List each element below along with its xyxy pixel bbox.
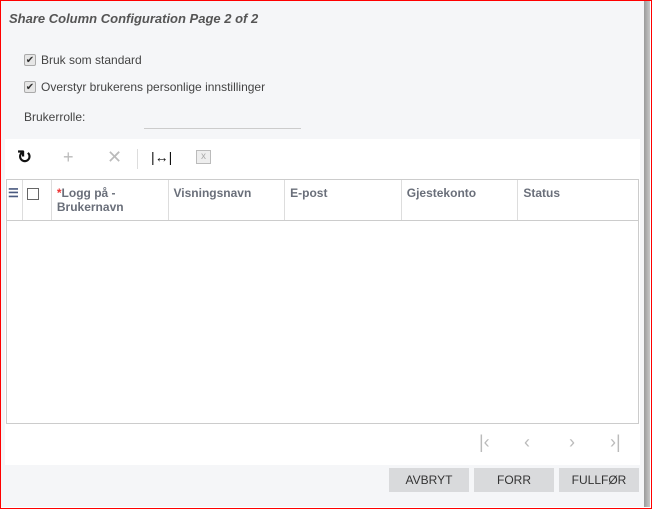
next-page-icon[interactable]: › [569, 432, 575, 453]
checkbox-label: Bruk som standard [41, 53, 142, 67]
column-header-guest-account[interactable]: Gjestekonto [402, 180, 519, 220]
checkbox-checked-icon: ✔ [24, 54, 36, 66]
column-header-login[interactable]: *Logg på - Brukernavn [52, 180, 169, 220]
grid-panel: ↻ + ✕ |↔| x ☰ *Logg på - Brukernavn Visn… [5, 139, 640, 465]
checkbox-label: Overstyr brukerens personlige innstillin… [41, 80, 266, 94]
share-column-dialog: Share Column Configuration Page 2 of 2 ✔… [1, 1, 644, 507]
add-icon[interactable]: + [63, 147, 74, 167]
column-header-display-name[interactable]: Visningsnavn [169, 180, 286, 220]
override-user-settings-checkbox[interactable]: ✔ Overstyr brukerens personlige innstilli… [24, 80, 265, 94]
users-grid: ☰ *Logg på - Brukernavn Visningsnavn E-p… [6, 179, 639, 424]
previous-page-icon[interactable]: ‹ [524, 432, 530, 453]
column-header-email[interactable]: E-post [285, 180, 402, 220]
select-all-checkbox[interactable] [23, 180, 52, 220]
column-header-status[interactable]: Status [518, 180, 638, 220]
refresh-icon[interactable]: ↻ [17, 147, 32, 167]
previous-button[interactable]: FORR [474, 468, 554, 492]
use-as-default-checkbox[interactable]: ✔ Bruk som standard [24, 53, 142, 67]
last-page-icon[interactable]: ›| [610, 432, 621, 453]
finish-button[interactable]: FULLFØR [559, 468, 639, 492]
column-label: Logg på - Brukernavn [56, 186, 124, 214]
delete-icon[interactable]: ✕ [107, 147, 122, 167]
column-config-icon[interactable]: ☰ [7, 180, 23, 220]
cancel-button[interactable]: AVBRYT [389, 468, 469, 492]
grid-header: ☰ *Logg på - Brukernavn Visningsnavn E-p… [7, 180, 638, 221]
user-role-input[interactable] [144, 128, 301, 129]
fit-columns-icon[interactable]: |↔| [151, 147, 172, 167]
toolbar-divider [137, 149, 138, 169]
user-role-label: Brukerrolle: [24, 110, 86, 124]
dialog-title: Share Column Configuration Page 2 of 2 [9, 11, 259, 26]
scrollbar[interactable] [644, 1, 650, 507]
export-excel-icon[interactable]: x [196, 150, 211, 164]
checkbox-checked-icon: ✔ [24, 81, 36, 93]
first-page-icon[interactable]: |‹ [479, 432, 490, 453]
